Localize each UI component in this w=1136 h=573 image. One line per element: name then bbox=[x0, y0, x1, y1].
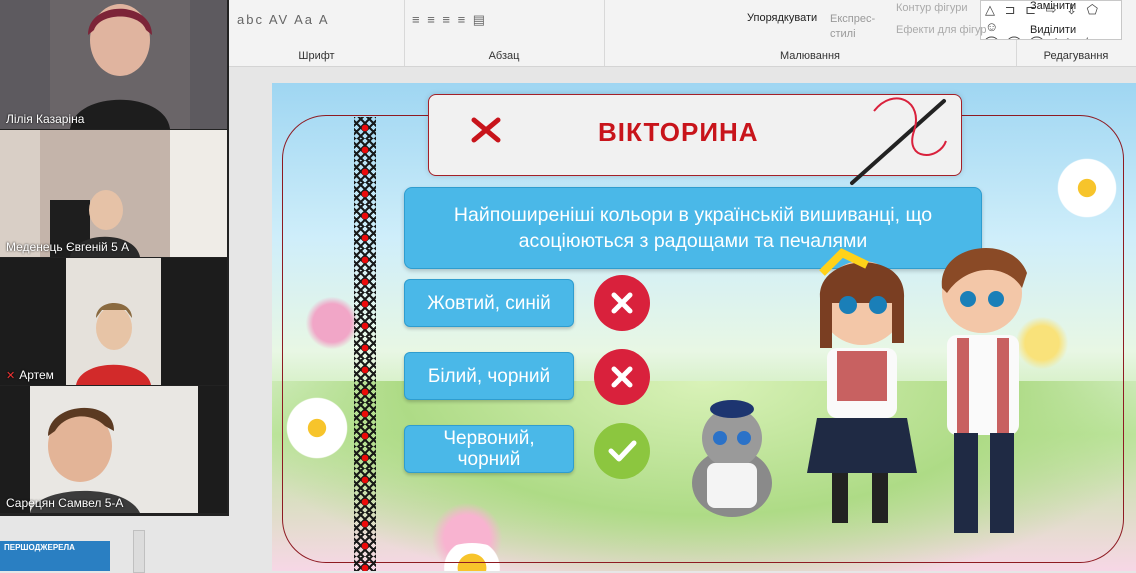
slide-title: ВІКТОРИНА bbox=[598, 117, 759, 147]
participant-video bbox=[30, 386, 198, 513]
answer-button-2[interactable]: Білий, чорний bbox=[404, 352, 574, 400]
select-button[interactable]: Виділити bbox=[1030, 24, 1076, 36]
arrange-button[interactable]: Упорядкувати bbox=[747, 12, 817, 24]
children-illustration bbox=[692, 247, 1027, 533]
participant-name: ✕ Артем bbox=[6, 368, 54, 382]
font-format-icons[interactable]: abc AV Aa A bbox=[237, 12, 330, 27]
shape-effects-button[interactable]: Ефекти для фігур bbox=[896, 24, 987, 36]
participants-panel: Лілія Казаріна Меденець Євгеній 5 А ✕ Арт… bbox=[0, 0, 229, 516]
muted-mic-icon: ✕ bbox=[6, 370, 16, 382]
paragraph-group: ≡ ≡ ≡ ≡ ▤ Абзац bbox=[404, 0, 605, 66]
answer-button-3[interactable]: Червоний, чорний bbox=[404, 425, 574, 473]
wrong-mark-icon[interactable] bbox=[594, 349, 650, 405]
font-group: abc AV Aa A Шрифт bbox=[229, 0, 405, 66]
needle-icon bbox=[850, 97, 947, 185]
scrollbar[interactable] bbox=[133, 530, 145, 573]
paragraph-group-label: Абзац bbox=[488, 50, 520, 62]
quick-styles-button[interactable]: Експрес- стилі bbox=[830, 12, 875, 42]
font-group-label: Шрифт bbox=[298, 50, 335, 62]
participant-tile[interactable]: Лілія Казаріна bbox=[0, 0, 227, 129]
participant-video bbox=[50, 0, 190, 129]
answer-button-1[interactable]: Жовтий, синій bbox=[404, 279, 574, 327]
shape-outline-button[interactable]: Контур фігури bbox=[896, 2, 967, 14]
participant-name: Меденець Євгеній 5 А bbox=[6, 240, 130, 254]
participant-name: Сарецян Самвел 5-А bbox=[6, 496, 124, 510]
check-mark-icon[interactable] bbox=[594, 423, 650, 479]
cross-stitch-icon bbox=[471, 117, 501, 143]
drawing-group-label: Малювання bbox=[779, 50, 841, 62]
slide-thumbnail[interactable]: ПЕРШОДЖЕРЕЛА bbox=[0, 541, 110, 571]
paragraph-align-icons[interactable]: ≡ ≡ ≡ ≡ ▤ bbox=[412, 12, 487, 28]
participant-tile[interactable]: Сарецян Самвел 5-А bbox=[0, 386, 227, 513]
question-line-1: Найпоширеніші кольори в українській виши… bbox=[453, 204, 933, 226]
replace-button[interactable]: Замінити bbox=[1030, 0, 1076, 12]
editing-group-label: Редагування bbox=[1043, 50, 1109, 62]
wrong-mark-icon[interactable] bbox=[594, 275, 650, 331]
editing-group: Замінити Виділити Редагування bbox=[1016, 0, 1136, 66]
embroidery-border bbox=[354, 117, 376, 571]
participant-tile[interactable]: ✕ Артем bbox=[0, 258, 227, 385]
slide[interactable]: ВІКТОРИНА Найпоширеніші кольори в україн… bbox=[272, 83, 1136, 571]
slide-area: ВІКТОРИНА Найпоширеніші кольори в україн… bbox=[229, 67, 1136, 571]
participant-tile[interactable]: Меденець Євгеній 5 А bbox=[0, 130, 227, 257]
ribbon: abc AV Aa A Шрифт ≡ ≡ ≡ ≡ ▤ Абзац △ ⊐ ⊏ … bbox=[229, 0, 1136, 67]
participant-video bbox=[0, 130, 227, 257]
participant-name: Лілія Казаріна bbox=[6, 112, 85, 126]
drawing-group: △ ⊐ ⊏ ⇨ ⇩ ⬠ ☺ ⌒ ⌒ ⌒ { } ☆ Упорядкувати Е… bbox=[604, 0, 1122, 66]
participant-video bbox=[66, 258, 161, 385]
